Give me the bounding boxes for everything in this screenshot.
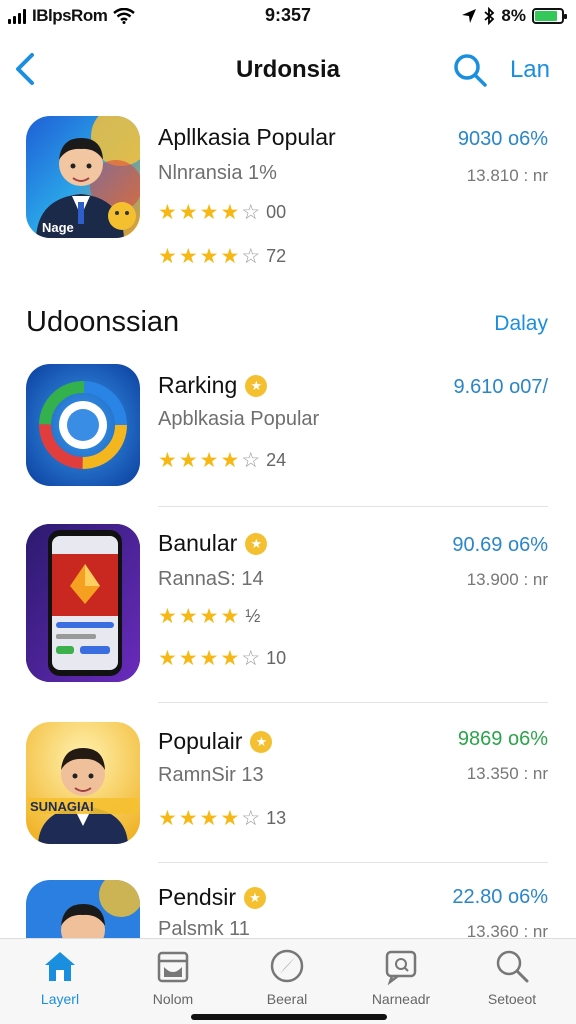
- app-icon: [26, 880, 140, 938]
- verified-badge-icon: ★: [250, 730, 273, 753]
- list-item[interactable]: SUNAGIAI Populair ★ RamnSir 13 ★ ★ ★ ★ ☆ 13 …: [0, 720, 576, 850]
- divider: [158, 862, 548, 863]
- app-icon-featured-label: Nage: [42, 220, 74, 235]
- app-subtitle: Palsmk 11: [158, 918, 250, 938]
- rating-stars: ★ ★ ★ ★ ☆ 13: [158, 807, 287, 830]
- search-icon: [496, 950, 529, 983]
- app-icon-featured: Nage: [26, 116, 140, 238]
- featured-app[interactable]: Nage Apllkasia Popular Nlnransia 1% ★ ★ ★ ★…: [0, 112, 576, 282]
- app-name: Populair: [158, 728, 243, 754]
- tab-search[interactable]: Setoeot: [462, 947, 562, 1007]
- rating-count: 72: [266, 246, 287, 266]
- app-subtitle: RamnSir 13: [158, 764, 264, 786]
- app-meta: 13.810 : nr: [466, 166, 548, 185]
- rating-stars: ★ ★ ★ ★ ½: [158, 605, 261, 628]
- app-name: Rarking: [158, 372, 238, 398]
- app-value: 90.69 o6%: [452, 534, 548, 556]
- app-meta: 13.360 : nr: [466, 922, 548, 938]
- compass-icon: [270, 949, 304, 983]
- app-name: Banular: [158, 530, 238, 556]
- tab-label: Setoeot: [487, 991, 537, 1007]
- list-item[interactable]: Rarking ★ Apblkasia Popular ★ ★ ★ ★ ☆ 24 9.6…: [0, 364, 576, 494]
- rating-count: 10: [266, 648, 287, 668]
- rating-stars: ★ ★ ★ ★ ☆ 10: [158, 647, 287, 670]
- tab-label: Nolom: [152, 991, 194, 1007]
- section-title: Udoonssian: [26, 306, 180, 338]
- tab-folder[interactable]: Nolom: [123, 947, 223, 1007]
- app-name-row: Populair ★: [158, 728, 273, 755]
- rating-stars: ★ ★ ★ ★ ☆ 00: [158, 201, 287, 224]
- verified-badge-icon: ★: [243, 886, 266, 909]
- search-icon[interactable]: [452, 52, 488, 88]
- app-name: Apllkasia Popular: [158, 124, 336, 150]
- home-indicator[interactable]: [191, 1014, 387, 1020]
- app-icon-label: SUNAGIAI: [30, 799, 94, 814]
- app-name-row: Banular ★: [158, 530, 268, 557]
- battery-percent: 8%: [501, 6, 526, 25]
- app-name-row: Rarking ★: [158, 372, 268, 399]
- rating-count: 13: [266, 808, 287, 828]
- status-right: 8%: [461, 6, 567, 26]
- tab-label: Beeral: [266, 991, 308, 1007]
- app-subtitle: Nlnransia 1%: [158, 162, 277, 184]
- divider: [158, 702, 548, 703]
- app-value: 22.80 o6%: [452, 886, 548, 908]
- app-icon: [26, 524, 140, 682]
- chat-icon: [385, 950, 417, 985]
- app-icon: [26, 364, 140, 486]
- tab-chat[interactable]: Narneadr: [351, 947, 451, 1007]
- list-item[interactable]: Pendsir ★ Palsmk 11 22.80 o6% 13.360 : n…: [0, 878, 576, 938]
- app-subtitle: RannaS: 14: [158, 568, 264, 590]
- app-value: 9869 o6%: [457, 728, 548, 750]
- app-meta: 13.350 : nr: [466, 764, 548, 783]
- app-subtitle: Apblkasia Popular: [158, 408, 320, 430]
- app-name: Pendsir: [158, 884, 236, 910]
- tab-home[interactable]: Layerl: [10, 947, 110, 1007]
- section-see-all-link[interactable]: Dalay: [494, 312, 548, 336]
- app-name-row: Pendsir ★: [158, 884, 266, 911]
- app-value: 9.610 o07/: [453, 376, 548, 398]
- bluetooth-icon: [484, 7, 495, 25]
- location-icon: [462, 9, 477, 23]
- app-value: 9030 o6%: [457, 128, 548, 150]
- rating-count: 00: [266, 202, 287, 222]
- verified-badge-icon: ★: [245, 374, 268, 397]
- navigation-bar: Urdonsia Lan: [0, 44, 576, 94]
- tab-bar: Layerl Nolom Beeral Narneadr Setoeot: [0, 938, 576, 1024]
- tab-label: Layerl: [40, 991, 80, 1007]
- folder-icon: [157, 951, 189, 983]
- home-icon: [45, 952, 75, 981]
- verified-badge-icon: ★: [245, 532, 268, 555]
- divider: [158, 506, 548, 507]
- list-item[interactable]: Banular ★ RannaS: 14 ★ ★ ★ ★ ½ ★ ★ ★ ★ ☆ 10 90.…: [0, 524, 576, 684]
- rating-count: 24: [266, 450, 287, 470]
- nav-action-button[interactable]: Lan: [510, 56, 550, 84]
- app-icon: SUNAGIAI: [26, 722, 140, 844]
- app-meta: 13.900 : nr: [466, 570, 548, 589]
- tab-label: Narneadr: [371, 991, 431, 1007]
- status-bar: IBlpsRom 9:357 8%: [0, 0, 576, 32]
- battery-icon: [532, 8, 567, 24]
- rating-stars: ★ ★ ★ ★ ☆ 24: [158, 449, 287, 472]
- tab-compass[interactable]: Beeral: [237, 947, 337, 1007]
- rating-stars: ★ ★ ★ ★ ☆ 72: [158, 245, 287, 268]
- rating-count: ½: [245, 606, 261, 626]
- page-title: Urdonsia: [235, 56, 340, 83]
